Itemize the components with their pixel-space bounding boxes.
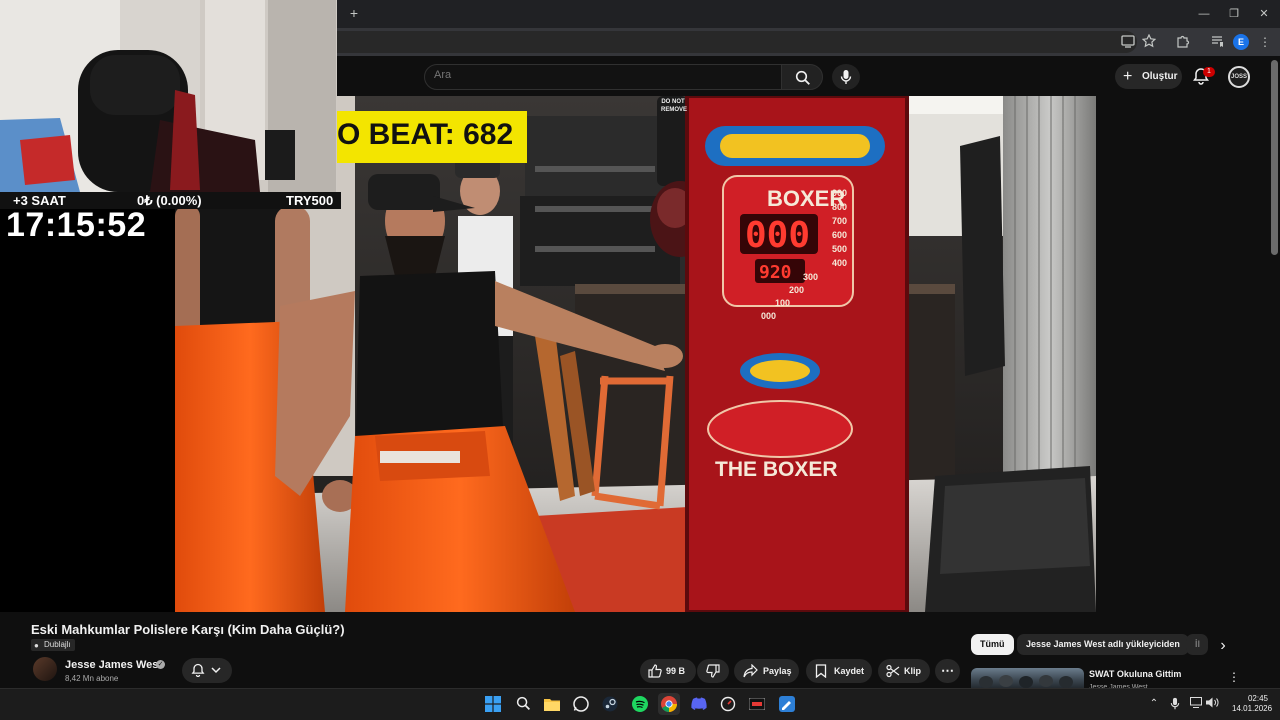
more-horizontal-icon: ⋯: [941, 663, 954, 678]
machine-scale-label: 200: [789, 285, 804, 295]
video-title: Eski Mahkumlar Polislere Karşı (Kim Daha…: [31, 622, 345, 637]
machine-scale-label: 900: [832, 188, 847, 198]
voice-search-button[interactable]: [832, 64, 860, 90]
cast-icon[interactable]: [1120, 34, 1136, 50]
share-button[interactable]: Paylaş: [734, 659, 799, 683]
chevron-down-icon: [211, 667, 221, 674]
person-icon: ●: [34, 641, 39, 650]
reading-list-icon[interactable]: [1209, 34, 1225, 50]
chrome-icon[interactable]: [658, 693, 680, 715]
spotify-icon[interactable]: [629, 693, 651, 715]
taskbar-clock[interactable]: 02:45 14.01.2026: [1232, 694, 1273, 714]
machine-scale-label: 100: [775, 298, 790, 308]
dislike-button[interactable]: [697, 659, 729, 683]
app-gauge-icon[interactable]: [717, 693, 739, 715]
search-button[interactable]: [781, 64, 823, 90]
microphone-icon: [840, 70, 852, 84]
file-explorer-icon[interactable]: [541, 693, 563, 715]
discord-icon[interactable]: [688, 693, 710, 715]
machine-scale-label: 400: [832, 258, 847, 268]
scissors-icon: [886, 664, 900, 678]
machine-scale-label: 500: [832, 244, 847, 254]
thumbs-up-icon: [648, 664, 662, 678]
close-window-button[interactable]: ✕: [1256, 6, 1272, 22]
clip-button[interactable]: Klip: [878, 659, 930, 683]
browser-menu-icon[interactable]: ⋮: [1257, 34, 1273, 50]
bookmark-star-icon[interactable]: [1141, 33, 1157, 50]
machine-digits: 000: [745, 215, 810, 256]
paint-app-icon[interactable]: [776, 693, 798, 715]
tray-monitor-icon[interactable]: [1189, 697, 1203, 711]
do-not-remove-sticker: DO NOT REMOVE: [661, 99, 688, 113]
taskbar-date: 14.01.2026: [1232, 704, 1273, 713]
score-banner: O BEAT: 682: [337, 111, 527, 163]
extensions-puzzle-icon[interactable]: [1175, 34, 1191, 50]
whatsapp-icon[interactable]: [570, 693, 592, 715]
webcam-overlay: [0, 0, 337, 192]
account-avatar[interactable]: JOSS: [1228, 66, 1250, 88]
minimize-button[interactable]: —: [1196, 6, 1212, 22]
channel-avatar[interactable]: [33, 657, 57, 681]
notification-count-badge: 1: [1203, 67, 1215, 77]
chip-from-uploader[interactable]: Jesse James West adlı yükleyiciden: [1017, 634, 1189, 655]
save-label: Kaydet: [834, 666, 865, 676]
tab-strip: [337, 0, 1280, 28]
bell-icon: [191, 663, 205, 677]
tray-volume-icon[interactable]: [1205, 697, 1219, 711]
save-button[interactable]: Kaydet: [806, 659, 872, 683]
thumbs-down-icon: [706, 664, 720, 678]
webcam-frame: [0, 0, 337, 192]
machine-scale-label: 600: [832, 230, 847, 240]
create-button[interactable]: + Oluştur: [1115, 64, 1182, 89]
like-count: 99 B: [666, 666, 686, 676]
like-button[interactable]: 99 B: [640, 659, 696, 683]
verified-check-icon: ✓: [156, 660, 165, 669]
create-label: Oluştur: [1142, 71, 1178, 82]
more-vertical-icon[interactable]: ⋮: [1228, 670, 1240, 684]
dubbed-badge: ● Dublajlı: [31, 639, 75, 651]
maximize-button[interactable]: ❐: [1226, 6, 1242, 22]
taskbar-time: 02:45: [1247, 694, 1268, 703]
new-tab-button[interactable]: +: [347, 6, 361, 20]
share-arrow-icon: [743, 664, 758, 678]
plus-icon: +: [1123, 68, 1133, 85]
start-windows-icon[interactable]: [482, 693, 504, 715]
taskbar-search-icon[interactable]: [512, 693, 534, 715]
thumbnail-image: [979, 675, 1073, 688]
profile-avatar[interactable]: E: [1233, 34, 1249, 50]
left-letterbox: [0, 209, 175, 612]
tray-microphone-icon[interactable]: [1168, 697, 1182, 711]
more-actions-button[interactable]: ⋯: [935, 659, 960, 683]
clip-label: Klip: [904, 666, 921, 676]
share-label: Paylaş: [763, 666, 792, 676]
steam-icon[interactable]: [599, 693, 621, 715]
machine-scale-label: 000: [761, 311, 776, 321]
machine-score: 920: [759, 262, 792, 283]
chip-partial[interactable]: İl: [1186, 634, 1208, 655]
machine-scale-label: 300: [803, 272, 818, 282]
search-input[interactable]: [434, 69, 764, 81]
goal-stat: TRY500: [286, 193, 334, 208]
recommended-video-thumbnail[interactable]: [971, 668, 1084, 688]
score-banner-text: O BEAT: 682: [337, 118, 514, 151]
recommended-video-title[interactable]: SWAT Okuluna Gittim: [1089, 669, 1181, 679]
streaming-app-icon[interactable]: [746, 693, 768, 715]
subscriber-count: 8,42 Mn abone: [65, 674, 119, 683]
search-icon: [795, 70, 810, 85]
bookmark-icon: [815, 664, 827, 678]
machine-sign: THE BOXER: [715, 458, 838, 481]
stream-timer: 17:15:52: [6, 206, 147, 244]
address-bar[interactable]: [337, 31, 1137, 53]
machine-scale-label: 700: [832, 216, 847, 226]
tray-chevron-up-icon[interactable]: ⌃: [1147, 697, 1161, 711]
machine-scale-label: 800: [832, 202, 847, 212]
channel-name[interactable]: Jesse James West: [65, 659, 162, 671]
chevron-right-icon[interactable]: ›: [1213, 636, 1233, 656]
chip-all[interactable]: Tümü: [971, 634, 1014, 655]
earnings-stat: 0₺ (0.00%): [137, 193, 202, 208]
page-scrollbar[interactable]: [1271, 60, 1278, 255]
subscribed-notifications-button[interactable]: [182, 658, 232, 683]
